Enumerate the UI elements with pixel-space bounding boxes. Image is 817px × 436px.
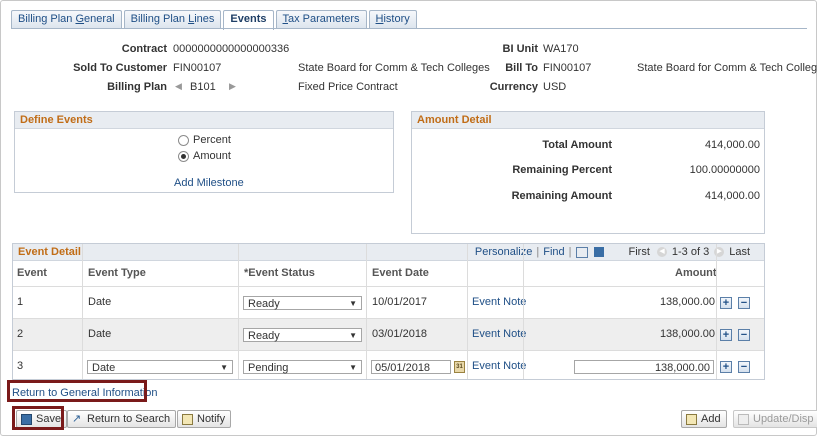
radio-on-icon — [178, 150, 189, 162]
define-events-panel: Define Events Percent Amount Add Milesto… — [14, 111, 394, 193]
dropdown-arrow-icon: ▼ — [349, 331, 357, 340]
event-amount: 138,000.00 — [659, 328, 715, 340]
billing-plan-label: Billing Plan — [107, 81, 167, 93]
amount-radio[interactable]: Amount — [178, 150, 231, 162]
add-icon — [686, 413, 697, 425]
triangle-right-icon: ▶ — [229, 81, 236, 91]
currency-label: Currency — [489, 81, 538, 93]
dropdown-arrow-icon: ▼ — [220, 363, 228, 372]
amount-detail-title: Amount Detail — [412, 112, 764, 129]
sold-to-name: State Board for Comm & Tech Colleges — [298, 62, 490, 74]
col-event-type: Event Type — [88, 267, 146, 279]
calendar-icon[interactable]: 31 — [454, 361, 465, 373]
tab-history[interactable]: History — [368, 10, 417, 28]
bill-to-value: FIN00107 — [543, 62, 592, 74]
col-event-status: *Event Status — [244, 267, 315, 279]
bill-to-label: Bill To — [505, 62, 538, 74]
event-detail-header: Event Detail Personalize | Find | First … — [13, 244, 764, 261]
add-milestone-link[interactable]: Add Milestone — [174, 177, 244, 189]
col-event: Event — [17, 267, 47, 279]
row-range: 1-3 of 3 — [671, 246, 710, 258]
delete-row-icon[interactable]: − — [738, 329, 750, 341]
tab-billing-plan-lines[interactable]: Billing Plan Lines — [123, 10, 222, 28]
table-row: 2 Date Ready ▼ 03/01/2018 Event Note 138,… — [13, 318, 764, 350]
notify-button[interactable]: Notify — [177, 410, 232, 428]
event-detail-title: Event Detail — [18, 246, 81, 258]
return-to-search-button[interactable]: ↗ Return to Search — [67, 410, 177, 428]
bi-unit-value: WA170 — [543, 43, 579, 55]
remaining-percent-value: 100.00000000 — [689, 164, 760, 176]
total-amount-value: 414,000.00 — [704, 139, 760, 151]
billing-plan-value: B101 — [190, 81, 216, 93]
tab-tax-parameters[interactable]: Tax Parameters — [275, 10, 367, 28]
event-type-select[interactable]: Date ▼ — [87, 360, 233, 374]
billing-plan-desc: Fixed Price Contract — [298, 81, 398, 93]
last-link[interactable]: Last — [729, 244, 750, 260]
event-detail-grid: Event Detail Personalize | Find | First … — [12, 243, 765, 380]
event-number: 2 — [17, 328, 24, 340]
event-status-select[interactable]: Pending ▼ — [243, 360, 362, 374]
table-row: 1 Date Ready ▼ 10/01/2017 Event Note 138,… — [13, 286, 764, 318]
event-status-select[interactable]: Ready ▼ — [243, 328, 362, 342]
tab-events[interactable]: Events — [223, 10, 274, 30]
col-event-date: Event Date — [372, 267, 429, 279]
find-link[interactable]: Find — [543, 244, 564, 260]
radio-off-icon — [178, 134, 189, 146]
dropdown-arrow-icon: ▼ — [349, 363, 357, 372]
contract-label: Contract — [121, 43, 167, 55]
billing-plan-next[interactable]: ▶ — [229, 80, 236, 92]
return-search-icon: ↗ — [72, 412, 82, 425]
remaining-amount-value: 414,000.00 — [704, 190, 760, 202]
add-button[interactable]: Add — [681, 410, 727, 428]
billing-plan-prev[interactable]: ◀ — [175, 80, 182, 92]
event-date-input[interactable]: 05/01/2018 — [371, 360, 451, 374]
contract-value: 0000000000000000336 — [173, 43, 290, 55]
tab-billing-plan-general[interactable]: Billing Plan General — [11, 10, 122, 28]
view-all-icon[interactable] — [575, 246, 588, 258]
notify-icon — [182, 413, 193, 425]
bill-to-name: State Board for Comm & Tech Colleges — [637, 62, 817, 74]
table-row: 3 Date ▼ Pending ▼ 05/01/2018 31 Event Not… — [13, 350, 764, 379]
total-amount-label: Total Amount — [542, 139, 612, 151]
grid-navigation: Personalize | Find | First ◀ 1-3 of 3 ▶ … — [474, 244, 750, 260]
add-row-icon[interactable]: + — [720, 297, 732, 309]
amount-detail-panel: Amount Detail Total Amount 414,000.00 Re… — [411, 111, 765, 234]
tab-bar: Billing Plan General Billing Plan Lines … — [11, 10, 419, 30]
event-date: 03/01/2018 — [372, 328, 428, 340]
prev-row-icon[interactable]: ◀ — [656, 247, 667, 257]
define-events-title: Define Events — [15, 112, 393, 129]
delete-row-icon[interactable]: − — [738, 361, 750, 373]
event-note-link[interactable]: Event Note — [472, 287, 526, 318]
highlight-box — [7, 380, 147, 402]
event-number: 3 — [17, 360, 24, 372]
sold-to-label: Sold To Customer — [73, 62, 167, 74]
event-amount-input[interactable]: 138,000.00 — [574, 360, 714, 374]
event-date: 10/01/2017 — [372, 296, 428, 308]
add-row-icon[interactable]: + — [720, 329, 732, 341]
currency-value: USD — [543, 81, 567, 93]
highlight-box — [12, 406, 64, 430]
delete-row-icon[interactable]: − — [738, 297, 750, 309]
first-link[interactable]: First — [629, 244, 650, 260]
tab-divider — [11, 28, 807, 29]
remaining-percent-label: Remaining Percent — [512, 164, 612, 176]
remaining-amount-label: Remaining Amount — [511, 190, 612, 202]
event-type: Date — [88, 328, 112, 340]
bi-unit-label: BI Unit — [502, 43, 538, 55]
download-grid-icon[interactable] — [593, 247, 604, 257]
triangle-left-icon: ◀ — [175, 81, 182, 91]
update-display-icon — [738, 413, 749, 425]
percent-radio[interactable]: Percent — [178, 134, 231, 146]
event-note-link[interactable]: Event Note — [472, 351, 526, 379]
col-amount: Amount — [675, 267, 717, 279]
dropdown-arrow-icon: ▼ — [349, 299, 357, 308]
event-number: 1 — [17, 296, 24, 308]
event-amount: 138,000.00 — [659, 296, 715, 308]
event-note-link[interactable]: Event Note — [472, 319, 526, 350]
add-row-icon[interactable]: + — [720, 361, 732, 373]
event-status-select[interactable]: Ready ▼ — [243, 296, 362, 310]
event-type: Date — [88, 296, 112, 308]
sold-to-value: FIN00107 — [173, 62, 222, 74]
update-display-button[interactable]: Update/Disp — [733, 410, 817, 428]
